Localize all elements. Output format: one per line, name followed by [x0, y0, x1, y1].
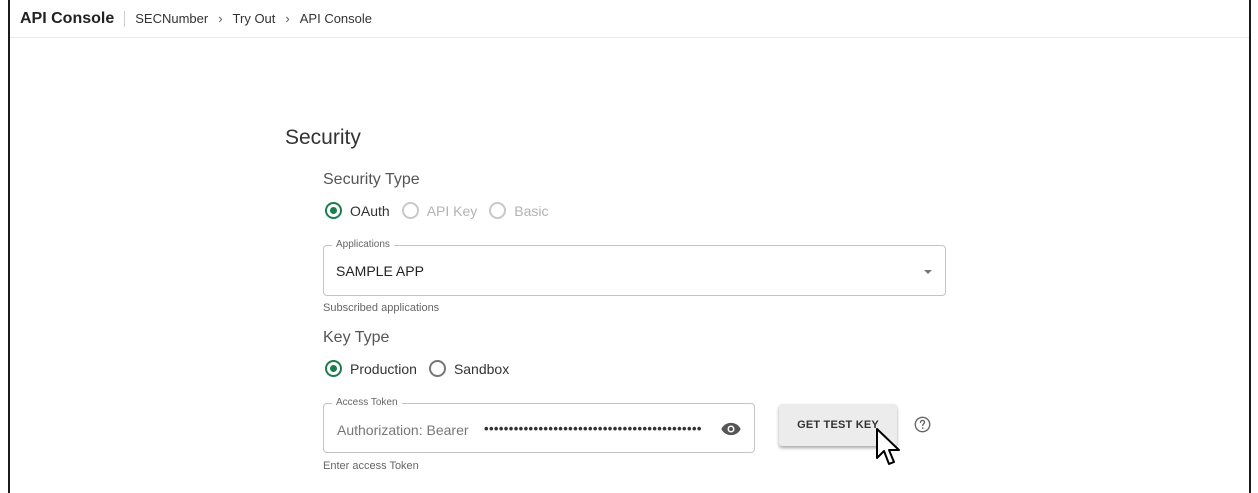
applications-select[interactable]: Applications SAMPLE APP — [323, 239, 946, 296]
api-console-window: API Console SECNumber › Try Out › API Co… — [8, 0, 1251, 493]
breadcrumb-chevron-icon: › — [285, 11, 290, 26]
security-type-radio-group: OAuth API Key Basic — [325, 202, 561, 219]
applications-legend: Applications — [332, 239, 394, 250]
breadcrumb-try-out[interactable]: Try Out — [233, 11, 276, 26]
security-type-label: Security Type — [323, 171, 420, 188]
top-bar: API Console SECNumber › Try Out › API Co… — [10, 0, 1249, 38]
radio-production-label: Production — [350, 360, 417, 377]
radio-oauth-label: OAuth — [350, 202, 390, 219]
access-token-field[interactable]: Access Token Authorization: Bearer •••••… — [323, 397, 755, 453]
breadcrumb-api-console: API Console — [299, 11, 373, 26]
breadcrumb-chevron-icon: › — [218, 11, 223, 26]
access-token-masked-value[interactable]: ••••••••••••••••••••••••••••••••••••••••… — [484, 421, 702, 436]
help-circle-icon[interactable] — [914, 416, 931, 433]
radio-sandbox[interactable] — [428, 360, 446, 377]
radio-api-key[interactable] — [401, 202, 419, 219]
mouse-pointer-icon — [876, 428, 900, 465]
authorization-bearer-prefix: Authorization: Bearer — [337, 422, 469, 438]
eye-icon[interactable] — [720, 422, 742, 436]
access-token-legend: Access Token — [332, 397, 402, 408]
caret-down-icon[interactable] — [924, 270, 932, 274]
page-title: API Console — [20, 9, 115, 27]
breadcrumb-secnumber[interactable]: SECNumber — [135, 11, 208, 26]
radio-basic-label: Basic — [514, 202, 549, 219]
applications-value: SAMPLE APP — [336, 263, 424, 279]
key-type-label: Key Type — [323, 329, 390, 346]
access-token-helper: Enter access Token — [323, 460, 419, 472]
radio-oauth[interactable] — [325, 202, 342, 219]
security-heading: Security — [285, 126, 361, 149]
radio-api-key-label: API Key — [426, 202, 478, 219]
radio-basic[interactable] — [489, 202, 507, 219]
radio-sandbox-label: Sandbox — [453, 360, 510, 377]
radio-production[interactable] — [325, 360, 342, 377]
key-type-radio-group: Production Sandbox — [325, 360, 521, 377]
applications-helper: Subscribed applications — [323, 302, 440, 314]
title-divider — [124, 10, 126, 27]
